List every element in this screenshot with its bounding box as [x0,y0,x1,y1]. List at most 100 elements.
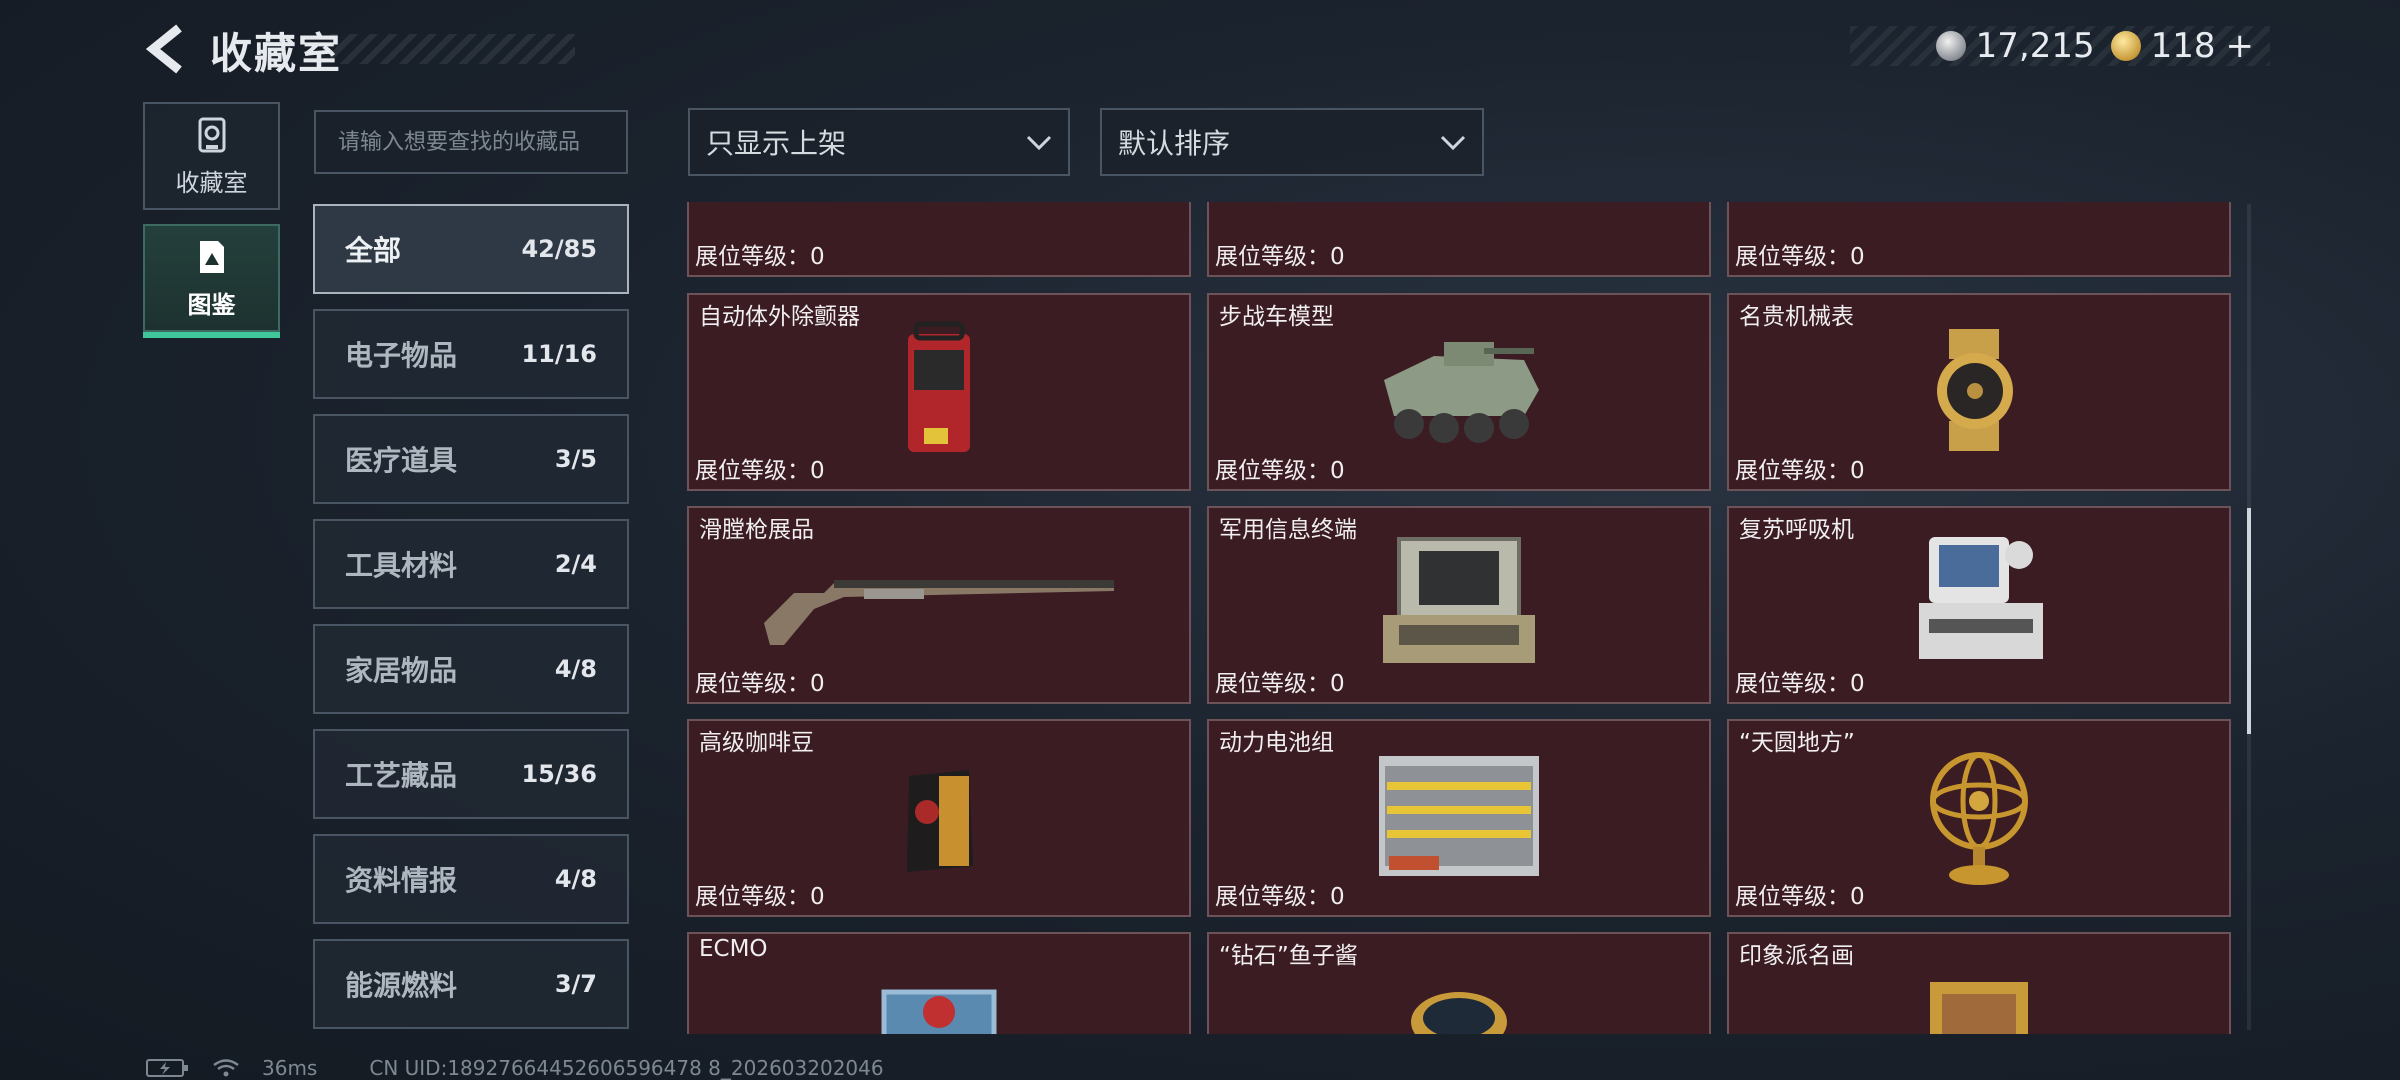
category-count: 11/16 [521,340,597,368]
booth-level: 展位等级：0 [1215,244,1345,270]
sort-value: 默认排序 [1118,127,1231,160]
side-tab-vault-label: 收藏室 [175,168,248,197]
category-medical[interactable]: 医疗道具 3/5 [313,414,629,504]
item-name: 名贵机械表 [1739,304,1854,330]
wifi-icon [213,1059,239,1077]
item-name: “钻石”鱼子酱 [1219,943,1358,969]
booth-level: 展位等级：0 [695,884,825,910]
battery-charging-icon [146,1059,188,1077]
currency-gold[interactable]: 118 + [2110,26,2255,66]
terminal-icon [1369,533,1549,677]
collection-grid[interactable]: 展位等级：0 展位等级：0 展位等级：0 自动体外除颤器 展位等级：0 步战车模… [687,202,2233,1034]
collection-card[interactable]: “天圆地方” 展位等级：0 [1727,719,2231,917]
category-count: 3/7 [554,970,597,998]
booth-level: 展位等级：0 [695,671,825,697]
back-button[interactable] [140,22,190,76]
musket-icon [754,553,1124,657]
watch-icon [1919,325,2039,459]
category-label: 家居物品 [345,654,458,687]
collection-card[interactable]: 复苏呼吸机 展位等级：0 [1727,506,2231,704]
collection-card[interactable]: 印象派名画 [1727,932,2231,1034]
user-uid: CN UID:18927664452606596478 8_2026032020… [369,1056,884,1080]
booth-level: 展位等级：0 [1735,671,1865,697]
category-household[interactable]: 家居物品 4/8 [313,624,629,714]
category-crafts[interactable]: 工艺藏品 15/36 [313,729,629,819]
category-all[interactable]: 全部 42/85 [313,204,629,294]
grid-scrollbar-thumb[interactable] [2247,508,2251,734]
page-title: 收藏室 [210,29,343,78]
battery-pack-icon [1369,746,1549,890]
collection-card[interactable]: 滑膛枪展品 展位等级：0 [687,506,1191,704]
collection-card[interactable]: 高级咖啡豆 展位等级：0 [687,719,1191,917]
collection-card[interactable]: “钻石”鱼子酱 [1207,932,1711,1034]
catalog-icon [199,240,224,273]
search-input[interactable] [314,110,628,174]
currency-bar: 17,215 118 + [1850,26,2270,66]
collection-card[interactable]: 展位等级：0 [1207,202,1711,277]
gadget-icon [1924,202,2034,213]
booth-level: 展位等级：0 [1735,244,1865,270]
item-name: “天圆地方” [1739,730,1855,756]
title-decoration [330,34,575,64]
category-intel[interactable]: 资料情报 4/8 [313,834,629,924]
side-tab-vault[interactable]: 收藏室 [143,102,280,210]
collection-card[interactable]: 步战车模型 展位等级：0 [1207,293,1711,491]
item-name: 动力电池组 [1219,730,1334,756]
category-label: 工具材料 [345,549,458,582]
currency-silver: 17,215 [1935,26,2095,66]
item-name: 滑膛枪展品 [699,517,814,543]
collection-card[interactable]: 军用信息终端 展位等级：0 [1207,506,1711,704]
silver-coin-icon [1935,31,1966,61]
category-count: 3/5 [554,445,597,473]
collection-card[interactable]: 自动体外除颤器 展位等级：0 [687,293,1191,491]
painting-icon [1924,972,2034,1034]
booth-level: 展位等级：0 [695,458,825,484]
side-tab-catalog[interactable]: 图鉴 [143,224,280,338]
availability-filter-value: 只显示上架 [706,127,847,160]
caviar-tin-icon [1404,972,1514,1034]
add-currency-button[interactable]: + [2226,26,2255,66]
vault-icon [198,117,225,152]
collection-card[interactable]: 动力电池组 展位等级：0 [1207,719,1711,917]
category-label: 医疗道具 [345,444,458,477]
category-tools[interactable]: 工具材料 2/4 [313,519,629,609]
ping-value: 36ms [262,1056,318,1080]
side-tab-catalog-label: 图鉴 [187,290,236,319]
currency-silver-value: 17,215 [1975,26,2095,66]
defibrillator-icon [894,320,984,464]
item-name: 复苏呼吸机 [1739,517,1854,543]
chevron-down-icon [1440,135,1466,151]
category-label: 能源燃料 [345,969,458,1002]
item-name: 印象派名画 [1739,943,1854,969]
collection-card[interactable]: 展位等级：0 [1727,202,2231,277]
item-name: 步战车模型 [1219,304,1334,330]
category-count: 4/8 [554,655,597,683]
collection-card[interactable]: 名贵机械表 展位等级：0 [1727,293,2231,491]
booth-level: 展位等级：0 [1215,884,1345,910]
category-energy[interactable]: 能源燃料 3/7 [313,939,629,1029]
collection-card[interactable]: ECMO [687,932,1191,1034]
currency-gold-value: 118 [2150,26,2216,66]
category-count: 15/36 [521,760,597,788]
category-label: 资料情报 [345,864,458,897]
item-name: 高级咖啡豆 [699,730,814,756]
collection-card[interactable]: 展位等级：0 [687,202,1191,277]
coffee-bag-icon [899,756,979,880]
category-label: 工艺藏品 [345,759,458,792]
picture-frame-icon [884,202,994,213]
status-bar: 36ms CN UID:18927664452606596478 8_20260… [146,1056,884,1080]
ecmo-icon [864,972,1014,1034]
sort-dropdown[interactable]: 默认排序 [1100,108,1484,176]
item-name: ECMO [699,936,768,962]
category-label: 电子物品 [345,339,458,372]
category-count: 42/85 [521,235,597,263]
booth-level: 展位等级：0 [1735,884,1865,910]
category-electronics[interactable]: 电子物品 11/16 [313,309,629,399]
armillary-sphere-icon [1919,741,2039,895]
ventilator-icon [1909,533,2049,677]
availability-filter-dropdown[interactable]: 只显示上架 [688,108,1070,176]
item-name: 自动体外除颤器 [699,304,860,330]
ifv-model-icon [1374,320,1544,464]
booth-level: 展位等级：0 [695,244,825,270]
booth-level: 展位等级：0 [1735,458,1865,484]
